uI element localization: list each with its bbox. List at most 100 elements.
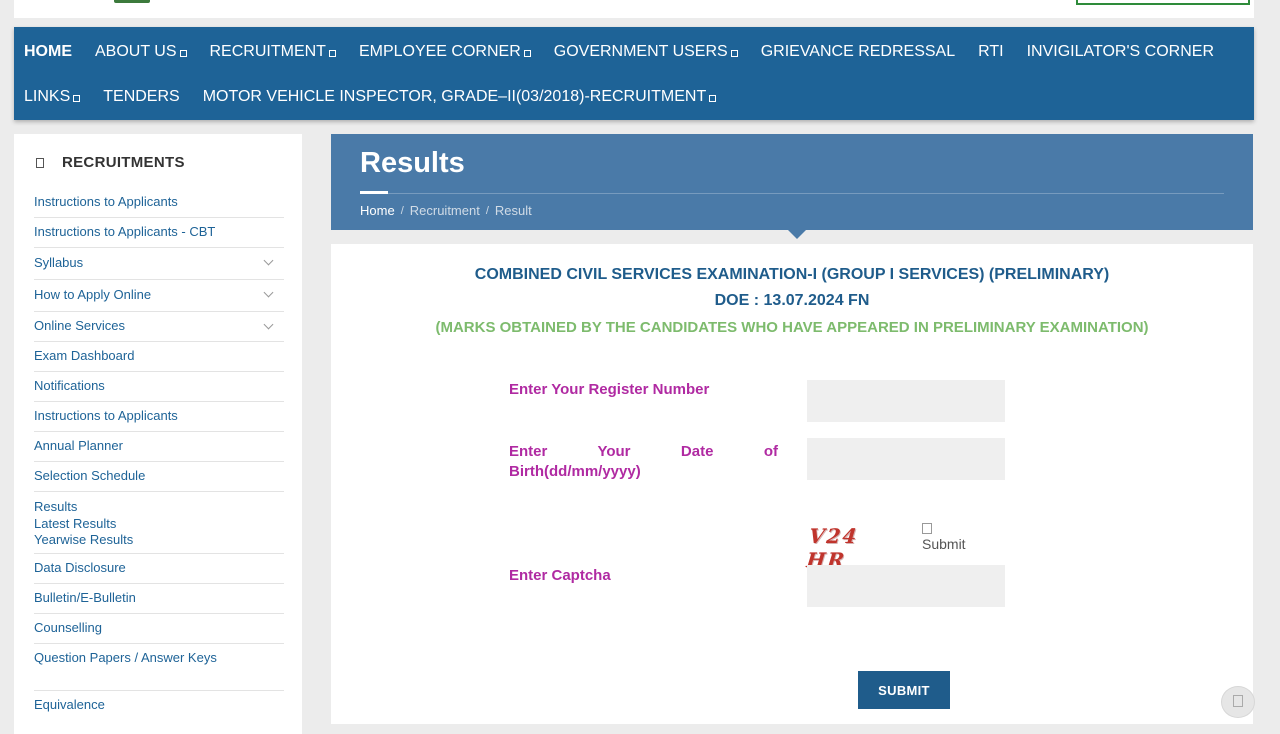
- dob-label: Enter Your Date of: [509, 443, 778, 460]
- sidebar-gap: [34, 674, 284, 691]
- sidebar-item-instructions-cbt[interactable]: Instructions to Applicants - CBT: [34, 218, 284, 248]
- chevron-down-icon[interactable]: [263, 287, 274, 298]
- sidebar-item-label: Syllabus: [34, 255, 84, 270]
- sidebar-item-label: How to Apply Online: [34, 287, 152, 302]
- sidebar-item-label: Bulletin/E-Bulletin: [34, 590, 136, 605]
- captcha-input[interactable]: [807, 565, 1005, 607]
- sidebar-item-label: Question Papers / Answer Keys: [34, 650, 217, 665]
- chevron-down-icon[interactable]: [263, 319, 274, 330]
- breadcrumb-separator: /: [400, 204, 404, 217]
- nav-row-2: LINKS TENDERS MOTOR VEHICLE INSPECTOR, G…: [24, 87, 739, 107]
- sidebar-item-how-to-apply[interactable]: How to Apply Online: [34, 280, 284, 312]
- captcha-label: Enter Captcha: [509, 567, 611, 584]
- dropdown-icon: [328, 49, 336, 57]
- sidebar-item-label: Data Disclosure: [34, 560, 126, 575]
- nav-label: EMPLOYEE CORNER: [358, 43, 521, 60]
- nav-invigilators-corner[interactable]: INVIGILATOR'S CORNER: [1027, 43, 1214, 61]
- sidebar: RECRUITMENTS Instructions to Applicants …: [14, 134, 302, 734]
- sidebar-item-exam-dashboard[interactable]: Exam Dashboard: [34, 342, 284, 372]
- sidebar-item-label: Results: [34, 499, 78, 514]
- header-strip: [14, 0, 1254, 18]
- sidebar-item-label: Online Services: [34, 318, 126, 333]
- breadcrumb-separator: /: [485, 204, 489, 217]
- nav-recruitment[interactable]: RECRUITMENT: [210, 43, 336, 61]
- nav-links[interactable]: LINKS: [24, 88, 81, 106]
- sidebar-item-results[interactable]: Results Latest Results Yearwise Results: [34, 492, 284, 554]
- nav-label: GRIEVANCE REDRESSAL: [760, 43, 956, 60]
- nav-tenders[interactable]: TENDERS: [103, 88, 179, 106]
- scroll-to-top-button[interactable]: [1221, 686, 1255, 718]
- breadcrumb-home[interactable]: Home: [360, 203, 395, 218]
- site-logo[interactable]: [114, 0, 150, 3]
- page-banner: Results Home / Recruitment / Result: [331, 134, 1253, 239]
- sidebar-item-counselling[interactable]: Counselling: [34, 614, 284, 644]
- nav-label: HOME: [24, 43, 72, 60]
- banner-divider: [360, 193, 1224, 194]
- nav-home[interactable]: HOME: [24, 43, 72, 61]
- nav-label: MOTOR VEHICLE INSPECTOR, GRADE–II(03/201…: [202, 88, 707, 105]
- sidebar-item-notifications[interactable]: Notifications: [34, 372, 284, 402]
- sidebar-item-bulletin[interactable]: Bulletin/E-Bulletin: [34, 584, 284, 614]
- sidebar-item-annual-planner[interactable]: Annual Planner: [34, 432, 284, 462]
- nav-rti[interactable]: RTI: [978, 43, 1003, 61]
- header-green-box[interactable]: [1076, 0, 1250, 5]
- sidebar-item-label: Annual Planner: [34, 438, 123, 453]
- nav-government-users[interactable]: GOVERNMENT USERS: [554, 43, 738, 61]
- sidebar-subitem-yearwise-results[interactable]: Yearwise Results: [34, 532, 284, 548]
- nav-label: TENDERS: [103, 88, 180, 105]
- submit-button[interactable]: SUBMIT: [858, 671, 950, 709]
- nav-label: RTI: [978, 43, 1004, 60]
- sidebar-heading-label: RECRUITMENTS: [62, 154, 185, 171]
- sidebar-item-instructions-2[interactable]: Instructions to Applicants: [34, 402, 284, 432]
- title-underline: [360, 191, 388, 194]
- dob-input[interactable]: [807, 438, 1005, 480]
- nav-grievance-redressal[interactable]: GRIEVANCE REDRESSAL: [761, 43, 955, 61]
- sidebar-item-label: Instructions to Applicants: [34, 194, 178, 209]
- sidebar-subitem-latest-results[interactable]: Latest Results: [34, 516, 284, 532]
- dropdown-icon: [523, 49, 531, 57]
- sidebar-item-label: Notifications: [34, 378, 105, 393]
- nav-employee-corner[interactable]: EMPLOYEE CORNER: [359, 43, 531, 61]
- chevron-down-icon[interactable]: [263, 255, 274, 266]
- page-title: Results: [360, 147, 465, 179]
- sidebar-item-online-services[interactable]: Online Services: [34, 312, 284, 342]
- register-number-input[interactable]: [807, 380, 1005, 422]
- register-number-label: Enter Your Register Number: [509, 381, 710, 398]
- results-form-panel: COMBINED CIVIL SERVICES EXAMINATION-I (G…: [331, 244, 1253, 724]
- banner-pointer: [788, 230, 806, 239]
- breadcrumb-result: Result: [494, 203, 532, 218]
- sidebar-item-equivalence[interactable]: Equivalence: [34, 691, 284, 721]
- captcha-refresh-alt: Submit: [922, 536, 966, 552]
- sidebar-item-data-disclosure[interactable]: Data Disclosure: [34, 554, 284, 584]
- nav-label: LINKS: [24, 88, 71, 105]
- sidebar-item-label: Instructions to Applicants - CBT: [34, 224, 216, 239]
- nav-label: GOVERNMENT USERS: [553, 43, 728, 60]
- sidebar-item-question-papers[interactable]: Question Papers / Answer Keys: [34, 644, 284, 674]
- list-icon: [36, 157, 44, 168]
- sidebar-heading: RECRUITMENTS: [36, 154, 185, 171]
- sidebar-item-syllabus[interactable]: Syllabus: [34, 248, 284, 280]
- nav-label: RECRUITMENT: [209, 43, 326, 60]
- captcha-refresh-button[interactable]: Submit: [922, 519, 972, 553]
- nav-motor-vehicle-inspector[interactable]: MOTOR VEHICLE INSPECTOR, GRADE–II(03/201…: [203, 88, 717, 106]
- nav-row-1: HOME ABOUT US RECRUITMENT EMPLOYEE CORNE…: [24, 42, 1237, 62]
- sidebar-item-instructions[interactable]: Instructions to Applicants: [34, 188, 284, 218]
- dropdown-icon: [730, 49, 738, 57]
- dropdown-icon: [709, 94, 717, 102]
- exam-note: (MARKS OBTAINED BY THE CANDIDATES WHO HA…: [435, 319, 1149, 336]
- dropdown-icon: [179, 49, 187, 57]
- sidebar-list: Instructions to Applicants Instructions …: [34, 188, 284, 721]
- dob-label-format: Birth(dd/mm/yyyy): [509, 463, 641, 480]
- nav-about-us[interactable]: ABOUT US: [95, 43, 187, 61]
- dropdown-icon: [73, 94, 81, 102]
- breadcrumb: Home / Recruitment / Result: [360, 203, 532, 218]
- breadcrumb-recruitment[interactable]: Recruitment: [410, 203, 480, 218]
- sidebar-item-label: Counselling: [34, 620, 102, 635]
- sidebar-item-selection-schedule[interactable]: Selection Schedule: [34, 462, 284, 492]
- exam-title: COMBINED CIVIL SERVICES EXAMINATION-I (G…: [474, 266, 1110, 283]
- nav-label: INVIGILATOR'S CORNER: [1026, 43, 1214, 60]
- sidebar-item-label: Instructions to Applicants: [34, 408, 178, 423]
- exam-date: DOE : 13.07.2024 FN: [714, 292, 870, 309]
- captcha-image: V24 HR: [805, 524, 860, 572]
- arrow-up-icon: [1233, 695, 1243, 707]
